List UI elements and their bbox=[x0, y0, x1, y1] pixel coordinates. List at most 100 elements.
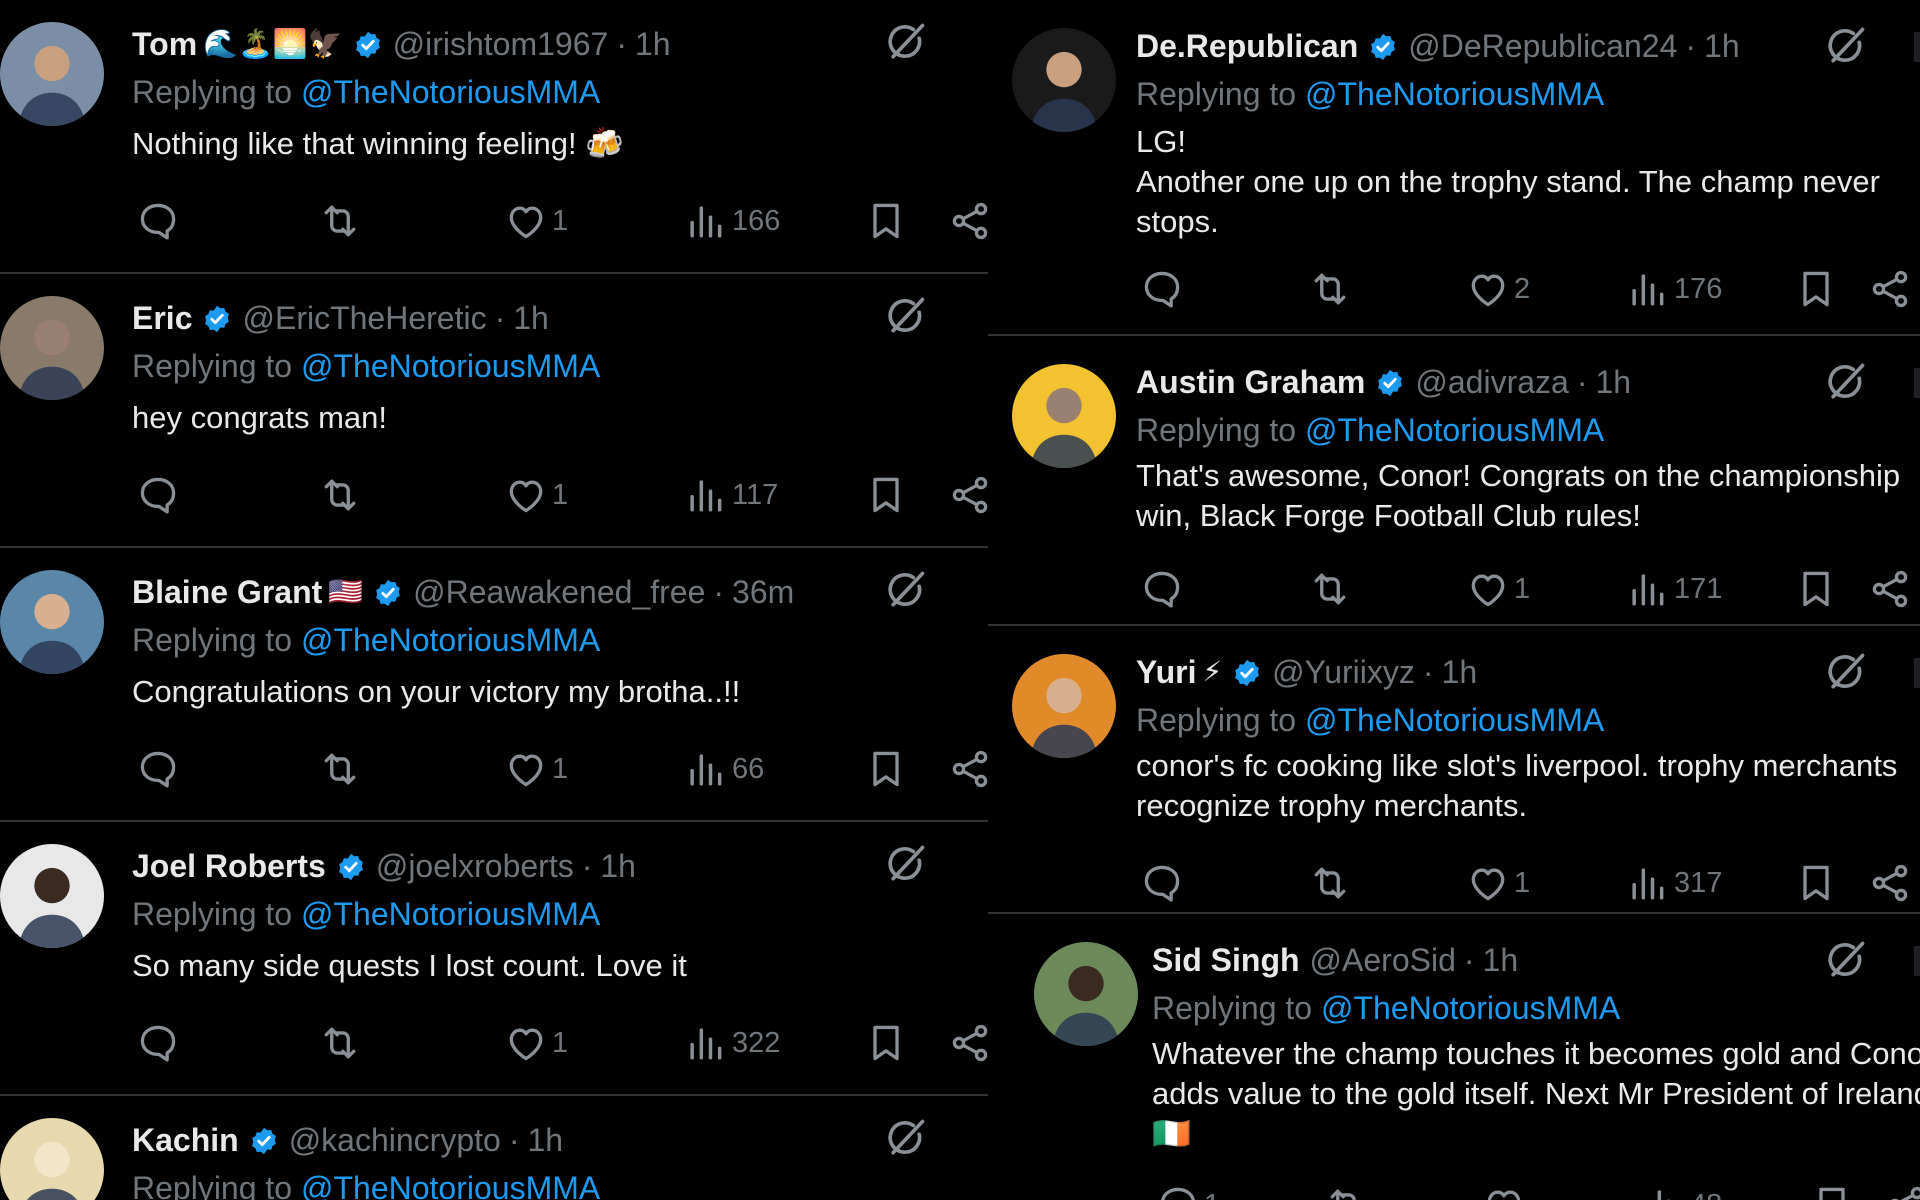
bookmark-button[interactable] bbox=[1790, 264, 1838, 314]
grok-icon[interactable] bbox=[884, 842, 928, 886]
like-button[interactable]: 1 bbox=[500, 744, 568, 794]
display-name[interactable]: Blaine Grant bbox=[132, 572, 322, 612]
reply-button[interactable]: 1 bbox=[1152, 1180, 1220, 1200]
more-options-icon[interactable] bbox=[1914, 368, 1920, 398]
timestamp[interactable]: 36m bbox=[732, 572, 794, 612]
reply-button[interactable] bbox=[132, 196, 180, 246]
repost-button[interactable] bbox=[1304, 858, 1352, 908]
timestamp[interactable]: 1h bbox=[1442, 652, 1478, 692]
verified-badge-icon[interactable] bbox=[1375, 367, 1405, 397]
display-name[interactable]: Joel Roberts bbox=[132, 846, 326, 886]
bookmark-button[interactable] bbox=[860, 470, 908, 520]
share-button[interactable] bbox=[944, 196, 988, 246]
reply-tweet[interactable]: Eric @EricTheHeretic · 1h Replying to @TheNo… bbox=[0, 274, 988, 548]
reply-button[interactable] bbox=[132, 1018, 180, 1068]
share-button[interactable] bbox=[1880, 1180, 1920, 1200]
bookmark-button[interactable] bbox=[1806, 1180, 1854, 1200]
display-name[interactable]: Austin Graham bbox=[1136, 362, 1365, 402]
reply-tweet[interactable]: Yuri ⚡ @Yuriixyz · 1h Replying to @TheNotorio… bbox=[988, 626, 1920, 914]
reply-tweet[interactable]: Tom 🌊🏝️🌅🦅 @irishtom1967 · 1h Replying to @The… bbox=[0, 0, 988, 274]
verified-badge-icon[interactable] bbox=[373, 577, 403, 607]
mention-link[interactable]: @TheNotoriousMMA bbox=[301, 74, 600, 110]
avatar[interactable] bbox=[0, 1118, 104, 1200]
reply-tweet[interactable]: Blaine Grant 🇺🇸 @Reawakened_free · 36m Replyi… bbox=[0, 548, 988, 822]
more-options-icon[interactable] bbox=[1914, 658, 1920, 688]
views-button[interactable]: 117 bbox=[680, 470, 778, 520]
repost-button[interactable] bbox=[1304, 264, 1352, 314]
like-button[interactable]: 1 bbox=[1462, 858, 1530, 908]
bookmark-button[interactable] bbox=[860, 1018, 908, 1068]
avatar[interactable] bbox=[1012, 654, 1116, 758]
repost-button[interactable] bbox=[314, 470, 362, 520]
mention-link[interactable]: @TheNotoriousMMA bbox=[1305, 702, 1604, 738]
reply-tweet[interactable]: Sid Singh @AeroSid · 1h Replying to @TheNoto… bbox=[988, 914, 1920, 1200]
user-handle[interactable]: @EricTheHeretic bbox=[242, 298, 486, 338]
grok-icon[interactable] bbox=[1824, 360, 1868, 404]
grok-icon[interactable] bbox=[1824, 938, 1868, 982]
grok-icon[interactable] bbox=[1824, 650, 1868, 694]
reply-tweet[interactable]: De.Republican @DeRepublican24 · 1h Replying … bbox=[988, 0, 1920, 336]
mention-link[interactable]: @TheNotoriousMMA bbox=[301, 1170, 600, 1200]
reply-button[interactable] bbox=[1136, 564, 1184, 614]
mention-link[interactable]: @TheNotoriousMMA bbox=[1321, 990, 1620, 1026]
display-name[interactable]: De.Republican bbox=[1136, 26, 1358, 66]
views-button[interactable]: 317 bbox=[1622, 858, 1722, 908]
reply-button[interactable] bbox=[132, 470, 180, 520]
grok-icon[interactable] bbox=[1824, 24, 1868, 68]
views-button[interactable]: 48 bbox=[1638, 1180, 1722, 1200]
views-button[interactable]: 171 bbox=[1622, 564, 1722, 614]
more-options-icon[interactable] bbox=[1914, 32, 1920, 62]
bookmark-button[interactable] bbox=[1790, 858, 1838, 908]
timestamp[interactable]: 1h bbox=[600, 846, 636, 886]
verified-badge-icon[interactable] bbox=[1232, 657, 1262, 687]
avatar[interactable] bbox=[1012, 28, 1116, 132]
verified-badge-icon[interactable] bbox=[353, 29, 383, 59]
bookmark-button[interactable] bbox=[1790, 564, 1838, 614]
mention-link[interactable]: @TheNotoriousMMA bbox=[301, 622, 600, 658]
avatar[interactable] bbox=[0, 22, 104, 126]
verified-badge-icon[interactable] bbox=[249, 1125, 279, 1155]
timestamp[interactable]: 1h bbox=[635, 24, 671, 64]
user-handle[interactable]: @DeRepublican24 bbox=[1408, 26, 1677, 66]
grok-icon[interactable] bbox=[884, 568, 928, 612]
avatar[interactable] bbox=[0, 844, 104, 948]
user-handle[interactable]: @irishtom1967 bbox=[393, 24, 609, 64]
timestamp[interactable]: 1h bbox=[1483, 940, 1519, 980]
mention-link[interactable]: @TheNotoriousMMA bbox=[1305, 412, 1604, 448]
bookmark-button[interactable] bbox=[860, 196, 908, 246]
display-name[interactable]: Sid Singh bbox=[1152, 940, 1300, 980]
grok-icon[interactable] bbox=[884, 1116, 928, 1160]
repost-button[interactable] bbox=[1320, 1180, 1368, 1200]
timestamp[interactable]: 1h bbox=[527, 1120, 563, 1160]
user-handle[interactable]: @Yuriixyz bbox=[1272, 652, 1415, 692]
avatar[interactable] bbox=[1012, 364, 1116, 468]
views-button[interactable]: 176 bbox=[1622, 264, 1722, 314]
mention-link[interactable]: @TheNotoriousMMA bbox=[301, 348, 600, 384]
like-button[interactable]: 1 bbox=[500, 196, 568, 246]
display-name[interactable]: Kachin bbox=[132, 1120, 239, 1160]
user-handle[interactable]: @AeroSid bbox=[1310, 940, 1456, 980]
bookmark-button[interactable] bbox=[860, 744, 908, 794]
like-button[interactable]: 1 bbox=[500, 470, 568, 520]
like-button[interactable]: 1 bbox=[1462, 564, 1530, 614]
mention-link[interactable]: @TheNotoriousMMA bbox=[1305, 76, 1604, 112]
timestamp[interactable]: 1h bbox=[1704, 26, 1740, 66]
share-button[interactable] bbox=[944, 1018, 988, 1068]
share-button[interactable] bbox=[1864, 264, 1912, 314]
verified-badge-icon[interactable] bbox=[202, 303, 232, 333]
share-button[interactable] bbox=[944, 470, 988, 520]
reply-tweet[interactable]: Joel Roberts @joelxroberts · 1h Replying to … bbox=[0, 822, 988, 1096]
repost-button[interactable] bbox=[314, 1018, 362, 1068]
display-name[interactable]: Tom bbox=[132, 24, 197, 64]
timestamp[interactable]: 1h bbox=[513, 298, 549, 338]
more-options-icon[interactable] bbox=[1914, 946, 1920, 976]
reply-tweet[interactable]: Austin Graham @adivraza · 1h Replying to @Th… bbox=[988, 336, 1920, 626]
mention-link[interactable]: @TheNotoriousMMA bbox=[301, 896, 600, 932]
reply-button[interactable] bbox=[1136, 264, 1184, 314]
user-handle[interactable]: @Reawakened_free bbox=[413, 572, 705, 612]
user-handle[interactable]: @joelxroberts bbox=[376, 846, 574, 886]
verified-badge-icon[interactable] bbox=[1368, 31, 1398, 61]
timestamp[interactable]: 1h bbox=[1595, 362, 1631, 402]
grok-icon[interactable] bbox=[884, 20, 928, 64]
share-button[interactable] bbox=[944, 744, 988, 794]
